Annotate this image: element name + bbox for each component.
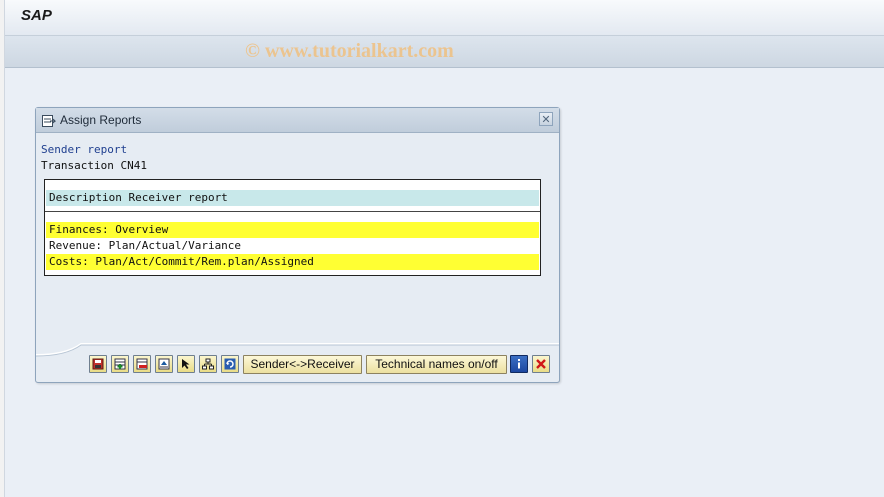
technical-names-button[interactable]: Technical names on/off [366, 355, 507, 374]
delete-row-icon[interactable] [133, 355, 151, 373]
window-left-edge [0, 0, 5, 497]
hierarchy-icon[interactable] [199, 355, 217, 373]
insert-row-icon[interactable] [111, 355, 129, 373]
list-divider [45, 211, 540, 212]
title-bar: SAP [5, 0, 884, 36]
sender-receiver-button[interactable]: Sender<->Receiver [243, 355, 362, 374]
save-icon[interactable] [89, 355, 107, 373]
app-title: SAP [21, 7, 52, 24]
move-up-icon[interactable] [155, 355, 173, 373]
assign-reports-dialog: Assign Reports ✕ Sender report Transacti… [35, 107, 560, 383]
select-icon[interactable] [177, 355, 195, 373]
dialog-icon [42, 113, 57, 127]
list-item[interactable]: Finances: Overview [46, 222, 539, 238]
receiver-report-list: Description Receiver report Finances: Ov… [44, 179, 541, 276]
watermark: © www.tutorialkart.com [245, 40, 454, 62]
close-icon[interactable]: ✕ [539, 112, 553, 126]
sender-report-label: Sender report [41, 143, 128, 156]
list-item[interactable]: Costs: Plan/Act/Commit/Rem.plan/Assigned [46, 254, 539, 270]
dialog-header: Assign Reports ✕ [36, 108, 559, 133]
list-item[interactable]: Revenue: Plan/Actual/Variance [46, 238, 539, 254]
refresh-icon[interactable] [221, 355, 239, 373]
dialog-title: Assign Reports [60, 113, 142, 127]
list-header: Description Receiver report [46, 190, 539, 206]
sender-report-value: Transaction CN41 [41, 159, 147, 172]
info-icon[interactable] [510, 355, 528, 373]
cancel-icon[interactable] [532, 355, 550, 373]
